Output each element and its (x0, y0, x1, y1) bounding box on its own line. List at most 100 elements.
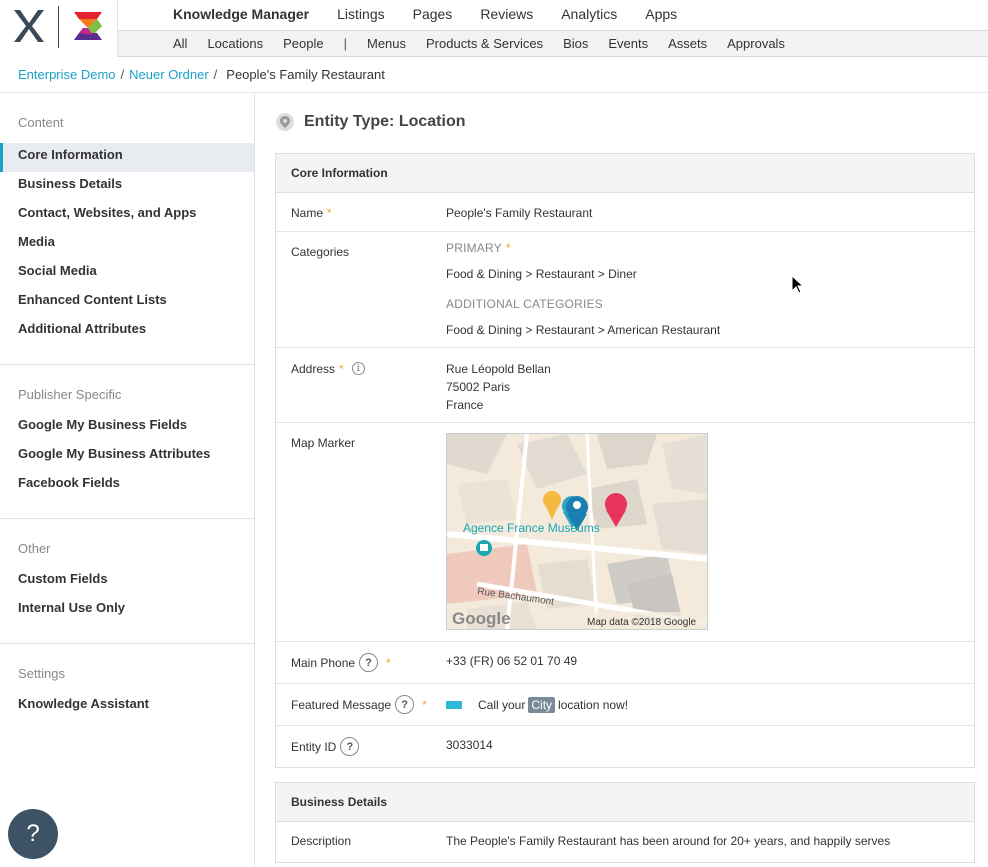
sidebar-item-business-details[interactable]: Business Details (0, 172, 254, 201)
required-asterisk: * (327, 206, 332, 220)
address-value[interactable]: Rue Léopold Bellan 75002 Paris France (446, 348, 974, 422)
brand-logo-icon (74, 12, 102, 40)
mouse-cursor-icon (792, 276, 804, 294)
additional-categories-label: ADDITIONAL CATEGORIES (446, 297, 603, 311)
nav-reviews[interactable]: Reviews (480, 0, 533, 30)
sidebar-item-knowledge-assistant[interactable]: Knowledge Assistant (0, 692, 254, 721)
nav-apps[interactable]: Apps (645, 0, 677, 30)
help-question-icon[interactable]: ? (340, 737, 360, 756)
location-pin-icon (276, 113, 294, 131)
map-wrap: Agence France Muséums Rue Bachaumont Goo… (446, 423, 974, 641)
categories-row[interactable]: Categories PRIMARY * Food & Dining > Rest… (276, 232, 974, 348)
sidebar-item-gmb-fields[interactable]: Google My Business Fields (0, 413, 254, 442)
map-canvas: Agence France Muséums Rue Bachaumont Goo… (447, 434, 707, 629)
subnav-all[interactable]: All (173, 36, 187, 51)
categories-value[interactable]: PRIMARY * Food & Dining > Restaurant > Di… (446, 232, 974, 347)
sidebar-publisher-section: Publisher Specific Google My Business Fi… (0, 365, 254, 519)
nav-knowledge-manager[interactable]: Knowledge Manager (173, 0, 310, 32)
subnav-events[interactable]: Events (608, 36, 648, 51)
sidebar-heading-settings: Settings (18, 666, 65, 681)
sidebar: Content Core Information Business Detail… (0, 93, 255, 867)
nav-pages[interactable]: Pages (413, 0, 453, 30)
subnav-menus[interactable]: Menus (367, 36, 406, 51)
address-line2: 75002 Paris (446, 380, 511, 394)
main-content: Entity Type: Location Core Information N… (256, 93, 988, 867)
additional-category-value: Food & Dining > Restaurant > American Re… (446, 323, 721, 337)
sidebar-item-facebook-fields[interactable]: Facebook Fields (0, 471, 254, 500)
featured-message-after: location now! (558, 697, 629, 712)
subnav-assets[interactable]: Assets (668, 36, 707, 51)
yext-x-logo-icon (14, 10, 44, 42)
sub-nav: All Locations People | Menus Products & … (118, 30, 988, 57)
primary-category-label: PRIMARY (446, 241, 502, 255)
description-value[interactable]: The People's Family Restaurant has been … (446, 822, 974, 862)
info-icon[interactable]: i (351, 362, 365, 375)
business-details-heading: Business Details (276, 783, 974, 822)
map-marker-row: Map Marker Agence France Muséums Rue Bac… (276, 423, 974, 642)
required-asterisk: * (386, 655, 391, 670)
main-phone-value[interactable]: +33 (FR) 06 52 01 70 49 (446, 642, 974, 683)
description-label: Description (291, 834, 352, 848)
categories-label: Categories (291, 245, 350, 259)
featured-message-value[interactable]: Call your City location now! (446, 684, 974, 725)
sidebar-item-custom-fields[interactable]: Custom Fields (0, 567, 254, 596)
name-label: Name (291, 206, 324, 220)
sidebar-item-enhanced-content-lists[interactable]: Enhanced Content Lists (0, 288, 254, 317)
name-value[interactable]: People's Family Restaurant (446, 193, 974, 231)
sidebar-content-section: Content Core Information Business Detail… (0, 93, 254, 365)
map-data-credit: Map data ©2018 Google (587, 617, 697, 628)
sidebar-item-core-information[interactable]: Core Information (0, 143, 254, 172)
subnav-separator: | (343, 36, 347, 51)
featured-message-row[interactable]: Featured Message? * Call your City locati… (276, 684, 974, 726)
entity-id-row: Entity ID? 3033014 (276, 726, 974, 767)
entity-id-label-wrap: Entity ID? (276, 726, 446, 767)
city-token: City (528, 696, 556, 713)
sidebar-item-gmb-attributes[interactable]: Google My Business Attributes (0, 442, 254, 471)
subnav-people[interactable]: People (283, 36, 323, 51)
sidebar-heading-publisher: Publisher Specific (18, 387, 122, 402)
nav-analytics[interactable]: Analytics (561, 0, 617, 30)
main-nav: Knowledge Manager Listings Pages Reviews… (118, 0, 988, 32)
description-row[interactable]: Description The People's Family Restaura… (276, 822, 974, 862)
help-button[interactable]: ? (8, 809, 58, 859)
sidebar-heading-other: Other (18, 541, 51, 556)
sidebar-item-internal-use-only[interactable]: Internal Use Only (0, 596, 254, 625)
logo-area[interactable] (0, 0, 118, 57)
breadcrumb-enterprise-demo[interactable]: Enterprise Demo (18, 67, 116, 82)
main-phone-label: Main Phone (291, 655, 356, 670)
name-label-wrap: Name * (276, 193, 446, 231)
subnav-bios[interactable]: Bios (563, 36, 588, 51)
breadcrumb: Enterprise Demo / Neuer Ordner / People'… (0, 57, 988, 93)
sidebar-item-contact-websites-apps[interactable]: Contact, Websites, and Apps (0, 201, 254, 230)
nav-listings[interactable]: Listings (337, 0, 384, 30)
sidebar-item-additional-attributes[interactable]: Additional Attributes (0, 317, 254, 346)
subnav-products-services[interactable]: Products & Services (426, 36, 543, 51)
address-label-wrap: Address * i (276, 348, 446, 376)
address-row[interactable]: Address * i Rue Léopold Bellan 75002 Paris… (276, 348, 974, 423)
main-phone-label-wrap: Main Phone? * (276, 642, 446, 683)
address-line3: France (446, 398, 484, 412)
map-place-label: Agence France Muséums (463, 521, 600, 535)
address-label: Address (291, 361, 336, 376)
breadcrumb-neuer-ordner[interactable]: Neuer Ordner (129, 67, 208, 82)
breadcrumb-current: People's Family Restaurant (226, 67, 385, 82)
help-question-icon[interactable]: ? (395, 695, 415, 714)
subnav-locations[interactable]: Locations (207, 36, 263, 51)
entity-id-value: 3033014 (446, 738, 493, 752)
help-question-icon[interactable]: ? (359, 653, 379, 672)
sidebar-heading-content: Content (18, 115, 64, 130)
sidebar-other-section: Other Custom Fields Internal Use Only (0, 519, 254, 644)
main-phone-row[interactable]: Main Phone? * +33 (FR) 06 52 01 70 49 (276, 642, 974, 684)
featured-message-before: Call your (478, 697, 526, 712)
top-bar: Knowledge Manager Listings Pages Reviews… (0, 0, 988, 57)
required-asterisk: * (339, 361, 344, 376)
logo-separator (58, 6, 59, 48)
sidebar-item-media[interactable]: Media (0, 230, 254, 259)
map[interactable]: Agence France Muséums Rue Bachaumont Goo… (446, 433, 708, 630)
required-asterisk: * (422, 697, 427, 712)
subnav-approvals[interactable]: Approvals (727, 36, 785, 51)
sidebar-item-social-media[interactable]: Social Media (0, 259, 254, 288)
entity-title: Entity Type: Location (276, 113, 465, 131)
core-information-card: Core Information Name * People's Family R… (275, 153, 975, 768)
name-row[interactable]: Name * People's Family Restaurant (276, 193, 974, 232)
